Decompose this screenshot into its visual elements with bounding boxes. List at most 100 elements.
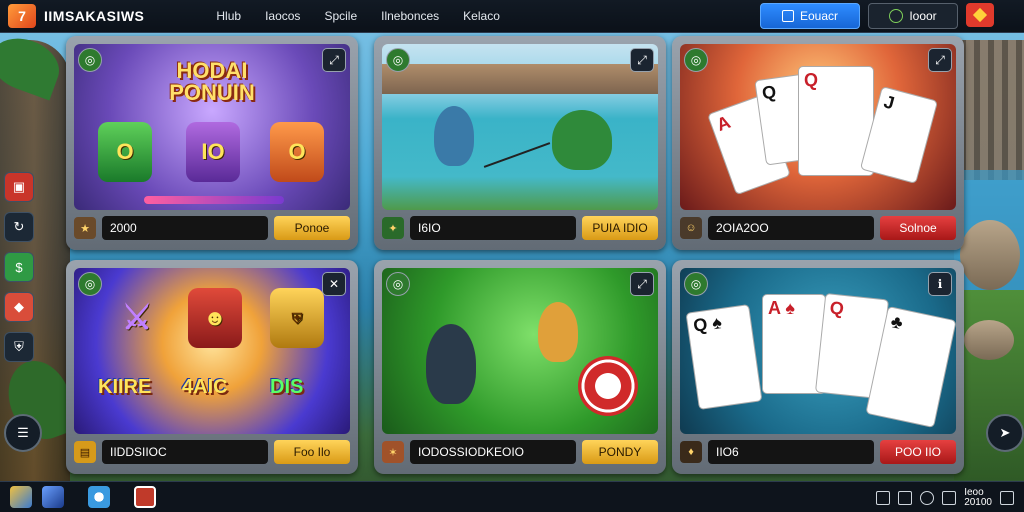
clock[interactable]: Ieoo 20100: [964, 488, 992, 508]
slots-icon[interactable]: ▣: [4, 172, 34, 202]
favorite-icon[interactable]: ◎: [78, 48, 102, 72]
play-button[interactable]: PUIA IDIO: [582, 216, 658, 240]
game-art-slot[interactable]: ⚔ ☻ ⛨ KIIRE 4AIC DIS: [74, 268, 350, 434]
fishing-line: [483, 142, 551, 168]
play-button[interactable]: PONDY: [582, 440, 658, 464]
game-card[interactable]: ◎ ⤢ ✶ IODOSSIODKEOIO PONDY: [374, 260, 666, 474]
game-lobby-screen: 7 IIMSAKASIWS Hlub Iaocos Spcile Ilnebon…: [0, 0, 1024, 512]
card-footer: ▤ IIDDSIIOC Foo Ilo: [74, 438, 350, 466]
village-houses: [382, 64, 658, 94]
slot-word: KIIRE: [98, 376, 152, 398]
refresh-icon[interactable]: ↻: [4, 212, 34, 242]
favorite-icon[interactable]: ◎: [386, 48, 410, 72]
browser-icon[interactable]: [88, 486, 110, 508]
game-art-title: HODAI PONUIN: [169, 58, 255, 105]
card-value: I6IO: [410, 216, 576, 240]
volume-icon[interactable]: [942, 491, 957, 505]
game-card[interactable]: ◎ ⤢ ✦ I6IO PUIA IDIO: [374, 36, 666, 250]
slot-symbol: O: [270, 122, 324, 182]
play-button[interactable]: Foo Ilo: [274, 440, 350, 464]
next-button[interactable]: ➤: [986, 414, 1024, 452]
card-footer: ✦ I6IO PUIA IDIO: [382, 214, 658, 242]
taskbar-app-icon[interactable]: [10, 486, 32, 508]
nav-item[interactable]: Ilnebonces: [369, 9, 451, 23]
card-footer: ☺ 2OIA2OO Solnoe: [680, 214, 956, 242]
nav-item[interactable]: Spcile: [312, 9, 369, 23]
taskbar: Ieoo 20100: [0, 481, 1024, 512]
play-button[interactable]: Ponoe: [274, 216, 350, 240]
playing-card: Q ♠: [685, 304, 763, 410]
battery-icon[interactable]: [898, 491, 913, 505]
gift-icon[interactable]: ◆: [4, 292, 34, 322]
game-art-cards[interactable]: Q ♠ A ♠ Q ♣: [680, 268, 956, 434]
expand-icon[interactable]: ⤢: [630, 48, 654, 72]
rock: [964, 320, 1014, 360]
nav-item[interactable]: Iaocos: [253, 9, 312, 23]
app-logo[interactable]: 7: [8, 4, 36, 28]
app-title: IIMSAKASIWS: [44, 8, 145, 24]
card-value: 2000: [102, 216, 268, 240]
shield-icon[interactable]: ⛨: [4, 332, 34, 362]
favorite-icon[interactable]: ◎: [684, 48, 708, 72]
shield-symbol: ⛨: [270, 288, 324, 348]
card-value: IODOSSIODKEOIO: [410, 440, 576, 464]
money-icon[interactable]: $: [4, 252, 34, 282]
favorite-icon[interactable]: ◎: [684, 272, 708, 296]
taskbar-app-icon[interactable]: [42, 486, 64, 508]
card-deck-icon: ♦: [680, 441, 702, 463]
game-art-cards[interactable]: A Q Q J: [680, 44, 956, 210]
favorite-icon[interactable]: ◎: [78, 272, 102, 296]
gem-icon: [972, 7, 988, 23]
main-nav: Hlub Iaocos Spcile Ilnebonces Kelaco: [204, 9, 511, 23]
game-card[interactable]: HODAI PONUIN O IO O ◎ ⤢ ★ 2000 Ponoe: [66, 36, 358, 250]
slot-word: DIS: [270, 376, 304, 398]
card-value: IIO6: [708, 440, 874, 464]
profile-button[interactable]: [966, 3, 994, 27]
slot-word: 4AIC: [182, 376, 228, 398]
top-bar: 7 IIMSAKASIWS Hlub Iaocos Spcile Ilnebon…: [0, 0, 1024, 33]
notifications-icon[interactable]: [1000, 491, 1014, 505]
casino-chip: [578, 356, 638, 416]
primary-action-label: Eouacr: [799, 9, 839, 23]
menu-button[interactable]: ☰: [4, 414, 42, 452]
sword-symbol: ⚔: [121, 299, 153, 337]
left-rail: ▣ ↻ $ ◆ ⛨: [4, 172, 34, 362]
expand-icon[interactable]: ⤢: [928, 48, 952, 72]
card-footer: ♦ IIO6 POO IIO: [680, 438, 956, 466]
fisherman-character: [426, 324, 476, 404]
card-footer: ★ 2000 Ponoe: [74, 214, 350, 242]
system-tray: Ieoo 20100: [876, 488, 1014, 508]
favorite-icon[interactable]: ◎: [386, 272, 410, 296]
card-footer: ✶ IODOSSIODKEOIO PONDY: [382, 438, 658, 466]
fisherman-character: [552, 110, 612, 170]
expand-icon[interactable]: ⤢: [630, 272, 654, 296]
taskbar-app-icon[interactable]: [134, 486, 156, 508]
game-art-fishing[interactable]: [382, 268, 658, 434]
info-icon[interactable]: ℹ: [928, 272, 952, 296]
play-button[interactable]: Solnoe: [880, 216, 956, 240]
game-card[interactable]: Q ♠ A ♠ Q ♣ ◎ ℹ ♦ IIO6 POO IIO: [672, 260, 964, 474]
settings-icon[interactable]: [920, 491, 935, 505]
wooden-bridge: [960, 40, 1024, 180]
nav-item[interactable]: Kelaco: [451, 9, 512, 23]
nav-item[interactable]: Hlub: [204, 9, 253, 23]
jackpot-icon: ★: [74, 217, 96, 239]
coin-icon: [889, 9, 904, 23]
fishing-icon: ✦: [382, 217, 404, 239]
expand-icon[interactable]: ⤢: [322, 48, 346, 72]
reel-icon: ✶: [382, 441, 404, 463]
slot-progress-bar: [144, 196, 284, 204]
game-art-slot[interactable]: HODAI PONUIN O IO O: [74, 44, 350, 210]
play-button[interactable]: POO IIO: [880, 440, 956, 464]
rock: [960, 220, 1020, 290]
slot-symbol: O: [98, 122, 152, 182]
dealer-icon: ☺: [680, 217, 702, 239]
secondary-action-button[interactable]: Iooor: [868, 3, 958, 29]
game-card[interactable]: A Q Q J ◎ ⤢ ☺ 2OIA2OO Solnoe: [672, 36, 964, 250]
network-icon[interactable]: [876, 491, 891, 505]
chest-icon: ▤: [74, 441, 96, 463]
game-card[interactable]: ⚔ ☻ ⛨ KIIRE 4AIC DIS ◎ ✕ ▤ IIDDSIIOC Foo…: [66, 260, 358, 474]
close-icon[interactable]: ✕: [322, 272, 346, 296]
game-art-fishing[interactable]: [382, 44, 658, 210]
primary-action-button[interactable]: Eouacr: [760, 3, 860, 29]
